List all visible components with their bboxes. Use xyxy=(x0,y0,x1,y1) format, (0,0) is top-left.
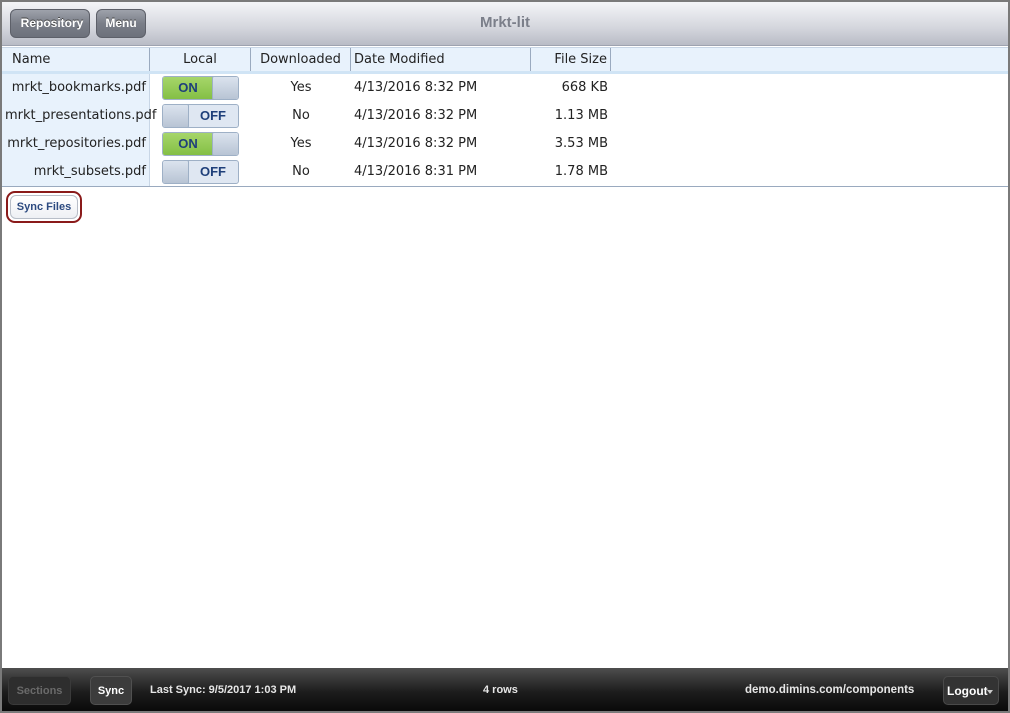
date-modified: 4/13/2016 8:32 PM xyxy=(354,136,478,151)
file-name: mrkt_bookmarks.pdf xyxy=(2,74,150,102)
local-cell: OFF xyxy=(150,102,251,130)
sync-files-highlight: Sync Files xyxy=(6,191,82,223)
bottom-toolbar: Sections Sync Last Sync: 9/5/2017 1:03 P… xyxy=(2,668,1008,711)
logout-label: Logout xyxy=(947,684,988,698)
table-header: Name Local Downloaded Date Modified File… xyxy=(2,47,1008,74)
local-cell: OFF xyxy=(150,158,251,186)
column-header-name[interactable]: Name xyxy=(2,48,150,71)
server-host: demo.dimins.com/components xyxy=(745,684,915,696)
downloaded-value: No xyxy=(292,108,310,123)
toggle-knob[interactable] xyxy=(163,161,189,183)
file-name: mrkt_repositories.pdf xyxy=(2,130,150,158)
local-toggle[interactable]: ON xyxy=(162,76,239,100)
row-count: 4 rows xyxy=(483,684,518,696)
downloaded-value: Yes xyxy=(290,80,312,95)
app-window: Repository Menu Mrkt-lit Name Local Down… xyxy=(2,2,1008,711)
column-header-downloaded[interactable]: Downloaded xyxy=(251,48,351,71)
sync-files-button[interactable]: Sync Files xyxy=(10,195,78,219)
file-size: 668 KB xyxy=(561,80,608,95)
local-toggle[interactable]: ON xyxy=(162,132,239,156)
column-header-local[interactable]: Local xyxy=(150,48,251,71)
date-modified: 4/13/2016 8:32 PM xyxy=(354,108,478,123)
file-name: mrkt_subsets.pdf xyxy=(2,158,150,186)
table-row: mrkt_bookmarks.pdf ON Yes 4/13/2016 8:32… xyxy=(2,74,1008,102)
toggle-knob[interactable] xyxy=(212,77,238,99)
date-modified: 4/13/2016 8:32 PM xyxy=(354,80,478,95)
toggle-knob[interactable] xyxy=(212,133,238,155)
downloaded-value: No xyxy=(292,164,310,179)
toggle-label: OFF xyxy=(200,108,226,123)
logout-button[interactable]: Logout xyxy=(943,676,999,705)
column-header-date-modified[interactable]: Date Modified xyxy=(351,48,531,71)
last-sync-status: Last Sync: 9/5/2017 1:03 PM xyxy=(150,684,297,696)
file-size: 1.13 MB xyxy=(554,108,608,123)
top-toolbar: Repository Menu Mrkt-lit xyxy=(2,2,1008,46)
caret-down-icon xyxy=(987,690,993,694)
sync-button[interactable]: Sync xyxy=(90,676,132,705)
file-name: mrkt_presentations.pdf xyxy=(2,102,156,130)
toggle-label: OFF xyxy=(200,164,226,179)
local-cell: ON xyxy=(150,130,251,158)
toggle-knob[interactable] xyxy=(163,105,189,127)
toggle-label: ON xyxy=(163,77,213,99)
table-row: mrkt_presentations.pdf OFF No 4/13/2016 … xyxy=(2,102,1008,130)
file-size: 3.53 MB xyxy=(554,136,608,151)
page-title: Mrkt-lit xyxy=(480,14,530,31)
file-size: 1.78 MB xyxy=(554,164,608,179)
sections-button[interactable]: Sections xyxy=(8,676,71,705)
table-body: mrkt_bookmarks.pdf ON Yes 4/13/2016 8:32… xyxy=(2,74,1008,187)
toggle-label: ON xyxy=(163,133,213,155)
local-toggle[interactable]: OFF xyxy=(162,104,239,128)
downloaded-value: Yes xyxy=(290,136,312,151)
column-header-file-size[interactable]: File Size xyxy=(531,48,611,71)
local-cell: ON xyxy=(150,74,251,102)
column-header-filler xyxy=(611,48,1008,71)
files-table: Name Local Downloaded Date Modified File… xyxy=(2,47,1008,187)
table-row: mrkt_subsets.pdf OFF No 4/13/2016 8:31 P… xyxy=(2,158,1008,186)
date-modified: 4/13/2016 8:31 PM xyxy=(354,164,478,179)
local-toggle[interactable]: OFF xyxy=(162,160,239,184)
table-row: mrkt_repositories.pdf ON Yes 4/13/2016 8… xyxy=(2,130,1008,158)
